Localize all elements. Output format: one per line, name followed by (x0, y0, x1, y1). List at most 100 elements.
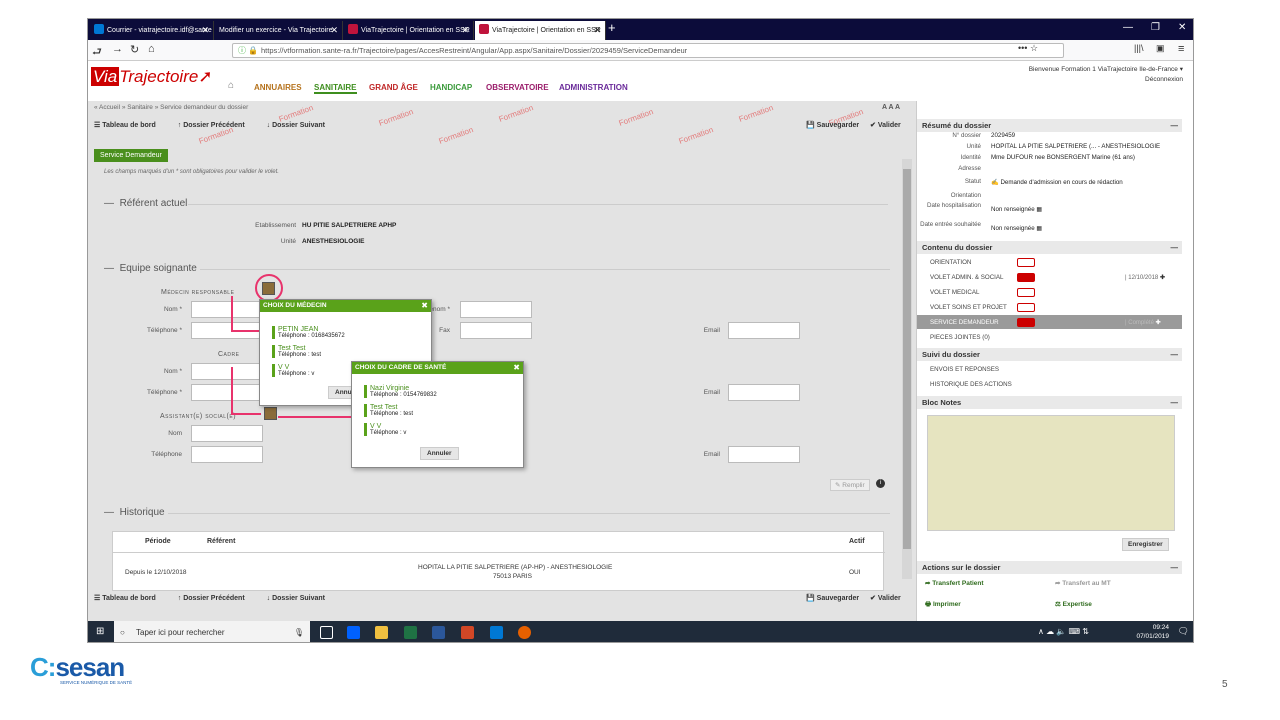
collapse-icon[interactable]: — (1171, 396, 1179, 409)
task-view-icon[interactable] (320, 626, 333, 639)
browser-tab-4[interactable]: ViaTrajectoire | Orientation en SSR ✕ (475, 21, 606, 40)
scrollbar[interactable] (902, 159, 912, 579)
sauvegarder-button[interactable]: 💾 Sauvegarder (806, 121, 859, 129)
calendar-icon[interactable]: ▦ (1036, 225, 1042, 232)
dropbox-icon[interactable] (347, 626, 360, 639)
tab-service-demandeur[interactable]: Service Demandeur (94, 149, 168, 162)
word-icon[interactable] (432, 626, 445, 639)
cadre-tel-input[interactable] (191, 384, 263, 401)
menu-observatoire[interactable]: OBSERVATOIRE (486, 83, 549, 92)
outlook-icon[interactable] (490, 626, 503, 639)
sidebar-icon[interactable]: ▣ (1156, 43, 1165, 54)
windows-start-icon[interactable]: ⊞ (96, 626, 104, 637)
assistant-tel-input[interactable] (191, 446, 263, 463)
expertise-button[interactable]: ⚖ Expertise (1055, 600, 1092, 608)
suivi-item-historique[interactable]: HISTORIQUE DES ACTIONS (930, 381, 1012, 388)
menu-annuaires[interactable]: ANNUAIRES (254, 83, 302, 92)
url-bar[interactable]: ⓘ 🔒 https://vtformation.sante-ra.fr/Traje… (232, 43, 1064, 58)
firefox-icon[interactable] (518, 626, 531, 639)
maximize-icon[interactable]: ❐ (1151, 22, 1160, 33)
reload-icon[interactable]: ↻ (130, 43, 139, 56)
menu-administration[interactable]: ADMINISTRATION (559, 83, 628, 92)
text-size-control[interactable]: A A A (882, 104, 900, 111)
section-referent-title[interactable]: — Référent actuel (104, 198, 187, 209)
suivi-item-envois[interactable]: ENVOIS ET REPONSES (930, 366, 999, 373)
logout-link[interactable]: Déconnexion (1145, 76, 1183, 83)
close-tab-icon[interactable]: ✕ (593, 21, 601, 40)
close-tab-icon[interactable]: ✕ (201, 21, 209, 40)
close-icon[interactable]: ✖ (421, 300, 428, 312)
menu-sanitaire[interactable]: SANITAIRE (314, 83, 357, 94)
contenu-item-admin[interactable]: VOLET ADMIN. & SOCIAL (930, 274, 1003, 281)
home-icon[interactable]: ⌂ (228, 80, 234, 91)
dossier-precedent-button[interactable]: ↑ Dossier Précédent (178, 595, 255, 602)
cadre-email-input[interactable] (728, 384, 800, 401)
assistant-nom-input[interactable] (191, 425, 263, 442)
medecin-prenom-input[interactable] (460, 301, 532, 318)
tableau-de-bord-button[interactable]: ☰ Tableau de bord (94, 595, 166, 602)
powerpoint-icon[interactable] (461, 626, 474, 639)
viatrajectoire-logo[interactable]: Via Trajectoire➚ (91, 67, 213, 87)
list-item[interactable]: PETIN JEAN Téléphone : 0168435672 (272, 326, 345, 339)
medecin-nom-input[interactable] (191, 301, 263, 318)
page-actions-icon[interactable]: ••• ☆ (1018, 43, 1038, 54)
list-item[interactable]: Nazi Virginie Téléphone : 0154769832 (364, 385, 437, 398)
excel-icon[interactable] (404, 626, 417, 639)
contenu-item-service-demandeur[interactable]: SERVICE DEMANDEUR (930, 319, 999, 326)
valider-button[interactable]: ✔ Valider (870, 121, 901, 129)
resume-header[interactable]: Résumé du dossier — (917, 119, 1182, 132)
browser-tab-1[interactable]: Courrier - viatrajectoire.idf@sante ✕ (90, 21, 214, 40)
collapse-icon[interactable]: — (1171, 561, 1179, 574)
hamburger-menu-icon[interactable]: ≡ (1178, 43, 1184, 55)
back-icon[interactable]: ⮐ (92, 43, 102, 62)
scrollbar-thumb[interactable] (903, 169, 911, 549)
sauvegarder-button[interactable]: 💾 Sauvegarder (806, 594, 859, 602)
breadcrumb[interactable]: « Accueil » Sanitaire » Service demandeu… (94, 104, 248, 111)
dossier-precedent-button[interactable]: ↑ Dossier Précédent (178, 122, 255, 129)
browser-tab-3[interactable]: ViaTrajectoire | Orientation en SSR ✕ (344, 21, 474, 40)
contenu-header[interactable]: Contenu du dossier — (917, 241, 1182, 254)
list-item[interactable]: V V Téléphone : v (272, 364, 314, 377)
forward-icon[interactable]: → (112, 43, 123, 55)
collapse-icon[interactable]: — (1171, 241, 1179, 254)
contenu-item-orientation[interactable]: ORIENTATION (930, 259, 971, 266)
mic-icon[interactable]: 🎙 (294, 621, 304, 642)
home-icon[interactable]: ⌂ (148, 43, 155, 55)
bloc-notes-header[interactable]: Bloc Notes — (917, 396, 1182, 409)
notifications-icon[interactable]: 🗨 (1178, 626, 1189, 637)
assistant-email-input[interactable] (728, 446, 800, 463)
library-icon[interactable]: |||\ (1134, 43, 1144, 53)
collapse-icon[interactable]: — (1171, 348, 1179, 361)
contenu-item-soins[interactable]: VOLET SOINS ET PROJET (930, 304, 1007, 311)
medecin-email-input[interactable] (728, 322, 800, 339)
minimize-icon[interactable]: — (1123, 22, 1133, 33)
menu-grand-age[interactable]: GRAND ÂGE (369, 83, 418, 92)
browser-tab-2[interactable]: Modifier un exercice - Via Trajectoire ✕ (215, 21, 343, 40)
bloc-notes-textarea[interactable] (927, 415, 1175, 531)
menu-handicap[interactable]: HANDICAP (430, 83, 472, 92)
section-equipe-title[interactable]: — Equipe soignante (104, 263, 197, 274)
list-item[interactable]: Test Test Téléphone : test (364, 404, 413, 417)
cadre-nom-input[interactable] (191, 363, 263, 380)
close-window-icon[interactable]: ✕ (1178, 22, 1186, 33)
system-tray-icons[interactable]: ∧ ☁ 🔈 ⌨ ⇅ (1038, 627, 1089, 636)
list-item[interactable]: Test Test Téléphone : test (272, 345, 321, 358)
contenu-item-pieces[interactable]: PIECES JOINTES (0) (930, 334, 990, 341)
calendar-icon[interactable]: ▦ (1036, 206, 1042, 213)
clock[interactable]: 09:24 07/01/2019 (1136, 623, 1169, 641)
actions-header[interactable]: Actions sur le dossier — (917, 561, 1182, 574)
info-icon[interactable]: i (876, 479, 885, 488)
enregistrer-button[interactable]: Enregistrer (1122, 538, 1169, 551)
close-tab-icon[interactable]: ✕ (330, 21, 338, 40)
remplir-button[interactable]: ✎ Remplir (830, 479, 870, 491)
choose-assistant-icon[interactable] (264, 407, 277, 420)
dossier-suivant-button[interactable]: ↓ Dossier Suivant (267, 122, 335, 129)
taskbar-search[interactable]: ○ Taper ici pour rechercher 🎙 (114, 621, 310, 642)
tableau-de-bord-button[interactable]: ☰ Tableau de bord (94, 122, 166, 129)
transfert-mt-button[interactable]: ➦ Transfert au MT (1055, 579, 1111, 587)
contenu-item-medical[interactable]: VOLET MEDICAL (930, 289, 979, 296)
file-explorer-icon[interactable] (375, 626, 388, 639)
list-item[interactable]: V V Téléphone : v (364, 423, 406, 436)
valider-button[interactable]: ✔ Valider (870, 594, 901, 602)
close-tab-icon[interactable]: ✕ (461, 21, 469, 40)
